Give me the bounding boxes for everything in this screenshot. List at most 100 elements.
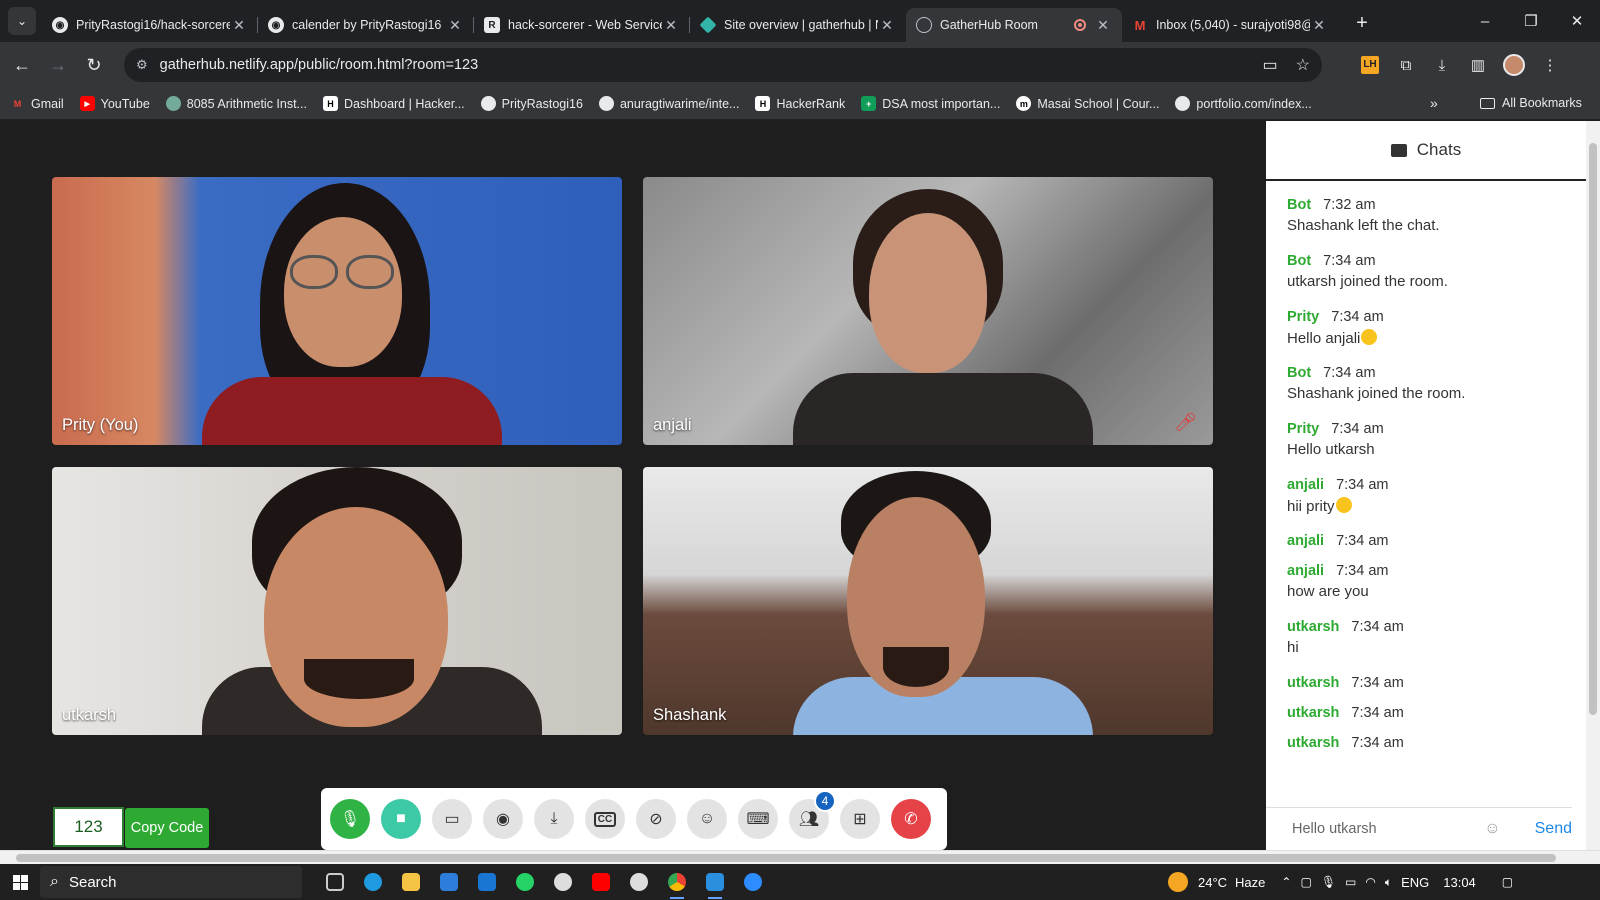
language-indicator[interactable]: ENG — [1401, 875, 1429, 890]
meet-now-icon[interactable]: ▢ — [1300, 875, 1311, 889]
edge-icon[interactable] — [354, 864, 392, 900]
room-code-display: 123 — [53, 807, 124, 847]
download-icon[interactable]: ⤓ — [1424, 57, 1460, 74]
minimize-icon[interactable]: – — [1462, 13, 1508, 30]
forward-icon[interactable]: → — [40, 47, 76, 83]
browser-tab[interactable]: R hack-sorcerer - Web Service ✕ — [474, 8, 690, 42]
end-call-button[interactable]: ✆ — [891, 799, 931, 839]
browser-tab[interactable]: M Inbox (5,040) - surajyoti98@gmail.com … — [1122, 8, 1338, 42]
youtube-icon[interactable] — [582, 864, 620, 900]
bookmark-portfolio[interactable]: portfolio.com/index... — [1175, 96, 1312, 111]
close-tab-icon[interactable]: ✕ — [230, 17, 248, 34]
bookmark-star-icon[interactable]: ☆ — [1296, 55, 1310, 75]
bookmark-dsa[interactable]: + DSA most importan... — [861, 96, 1000, 111]
clock[interactable]: 13:04 — [1443, 875, 1476, 890]
browser-tab[interactable]: ◉ calender by PrityRastogi16 ✕ — [258, 8, 474, 42]
message-sender: Prity — [1287, 309, 1320, 325]
zoom-icon[interactable] — [734, 864, 772, 900]
close-tab-icon[interactable]: ✕ — [878, 17, 896, 34]
monitor-icon: ▭ — [444, 811, 460, 828]
more-bookmarks-icon[interactable]: » — [1430, 95, 1438, 111]
copy-code-button[interactable]: Copy Code — [125, 808, 209, 848]
store-icon[interactable] — [430, 864, 468, 900]
start-button[interactable] — [0, 874, 40, 890]
bookmark-masai[interactable]: m Masai School | Cour... — [1016, 96, 1159, 111]
bookmark-youtube[interactable]: ▶ YouTube — [79, 96, 150, 111]
microphone-button[interactable]: 🎙︎ — [330, 799, 370, 839]
close-tab-icon[interactable]: ✕ — [1310, 17, 1328, 34]
chat-message-input[interactable]: Hello utkarsh — [1292, 821, 1472, 837]
bookmark-prityrastogi[interactable]: PrityRastogi16 — [480, 96, 583, 111]
battery-icon[interactable]: ▭ — [1345, 875, 1356, 889]
side-panel-icon[interactable]: ▥ — [1460, 56, 1496, 74]
whatsapp-icon[interactable] — [506, 864, 544, 900]
menu-kebab-icon[interactable]: ⋮ — [1532, 56, 1568, 74]
send-button[interactable]: Send — [1535, 820, 1572, 838]
message-time: 7:34 am — [1331, 309, 1384, 325]
wifi-icon[interactable]: ◠ — [1365, 875, 1375, 889]
file-explorer-icon[interactable] — [392, 864, 430, 900]
screen-share-button[interactable]: ▭ — [432, 799, 472, 839]
all-bookmarks-button[interactable]: All Bookmarks — [1480, 96, 1582, 110]
mail-icon[interactable] — [468, 864, 506, 900]
participant-name: anjali — [653, 416, 692, 434]
bookmark-hacker-dashboard[interactable]: H Dashboard | Hacker... — [322, 96, 465, 111]
wordpress-icon[interactable] — [620, 864, 658, 900]
github-icon: ◉ — [268, 17, 284, 33]
profile-avatar[interactable] — [1503, 54, 1525, 76]
message-sender: Bot — [1287, 365, 1312, 381]
browser-tab-active[interactable]: GatherHub Room ✕ — [906, 8, 1122, 42]
emoji-picker-icon[interactable]: ☺ — [1484, 820, 1500, 838]
camera-in-use-icon[interactable]: ▭ — [1263, 55, 1278, 75]
vertical-scrollbar[interactable] — [1586, 121, 1600, 850]
record-button[interactable]: ◉ — [483, 799, 523, 839]
weather-temp[interactable]: 24°C — [1198, 875, 1227, 890]
weather-desc[interactable]: Haze — [1235, 875, 1265, 890]
browser-tab[interactable]: ◉ PrityRastogi16/hack-sorcerer ✕ — [42, 8, 258, 42]
whiteboard-button[interactable]: ⌨ — [738, 799, 778, 839]
wordpress-icon[interactable] — [544, 864, 582, 900]
emoji-button[interactable]: ☺ — [687, 799, 727, 839]
tab-search-button[interactable]: ⌄ — [8, 7, 36, 35]
browser-tab[interactable]: Site overview | gatherhub | Netlify ✕ — [690, 8, 906, 42]
close-window-icon[interactable]: ✕ — [1554, 12, 1600, 30]
camera-button[interactable]: ■ — [381, 799, 421, 839]
vscode-icon[interactable] — [696, 864, 734, 900]
participants-button[interactable]: 👥︎ 4 — [789, 790, 836, 839]
message-time: 7:34 am — [1336, 563, 1389, 579]
close-tab-icon[interactable]: ✕ — [662, 17, 680, 34]
notifications-icon[interactable]: ▢ — [1502, 875, 1513, 889]
eye-off-icon: ⊘ — [649, 811, 663, 828]
bookmark-8085[interactable]: 8085 Arithmetic Inst... — [165, 96, 307, 111]
hide-video-button[interactable]: ⊘ — [636, 799, 676, 839]
horizontal-scrollbar[interactable] — [0, 850, 1600, 864]
bookmark-anuragtiwarime[interactable]: anuragtiwarime/inte... — [598, 96, 739, 111]
captions-button[interactable]: CC — [585, 799, 625, 839]
taskbar-search[interactable]: ⌕ Search — [40, 866, 302, 898]
volume-icon[interactable]: 🔈︎ — [1385, 875, 1392, 890]
microphone-icon[interactable]: 🎙︎ — [1321, 875, 1336, 889]
close-tab-icon[interactable]: ✕ — [1094, 17, 1112, 34]
site-info-icon[interactable]: ⚙ — [136, 57, 148, 73]
chat-messages[interactable]: Bot 7:32 am Shashank left the chat. Bot 7:34… — [1266, 187, 1572, 767]
restore-icon[interactable]: ❐ — [1508, 12, 1554, 30]
add-button[interactable]: ⊞ — [840, 799, 880, 839]
bookmark-hackerrank[interactable]: H HackerRank — [755, 96, 845, 111]
bookmark-gmail[interactable]: M Gmail — [10, 96, 64, 111]
extension-lh-icon[interactable]: LH — [1361, 56, 1379, 74]
message-sender: anjali — [1287, 563, 1325, 579]
chevron-up-icon[interactable]: ⌃ — [1281, 875, 1291, 889]
chrome-icon[interactable] — [658, 864, 696, 900]
chat-message: Prity 7:34 am Hello anjali — [1287, 305, 1572, 355]
close-tab-icon[interactable]: ✕ — [446, 17, 464, 34]
extensions-icon[interactable]: ⧉ — [1388, 57, 1424, 74]
url-text[interactable]: gatherhub.netlify.app/public/room.html?r… — [160, 57, 1245, 73]
address-bar[interactable]: ⚙ gatherhub.netlify.app/public/room.html… — [124, 48, 1322, 82]
back-icon[interactable]: ← — [4, 47, 40, 83]
task-view-icon[interactable] — [316, 864, 354, 900]
record-icon: ◉ — [496, 811, 510, 828]
download-button[interactable]: ⤓ — [534, 799, 574, 839]
phone-hangup-icon: ✆ — [904, 811, 918, 828]
new-tab-button[interactable]: + — [1348, 12, 1376, 35]
reload-icon[interactable]: ↻ — [76, 47, 112, 83]
